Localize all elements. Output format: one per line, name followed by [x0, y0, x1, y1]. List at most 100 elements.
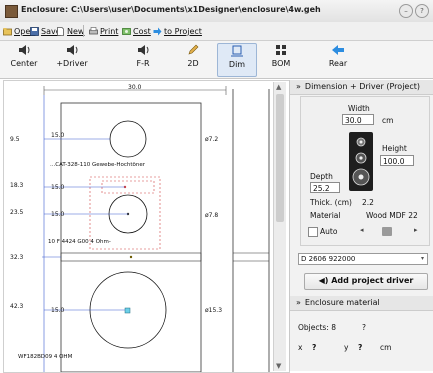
driver-select[interactable]: D 2606 922000 ▾: [298, 253, 428, 265]
auto-checkbox[interactable]: [308, 227, 318, 237]
2d-button[interactable]: 2D: [178, 43, 208, 75]
d3-width-label: 15.0: [51, 211, 65, 218]
arrow-right-icon: [153, 27, 162, 35]
tweeter-driver[interactable]: [109, 120, 147, 158]
speaker-icon: ◀): [318, 276, 329, 285]
d3-diameter-label: ø7.8: [205, 212, 218, 219]
d1-driver-name: ...CAT-328-110 Gewebe-Hochtöner: [50, 162, 146, 168]
width-dimension-label: 30.0: [128, 84, 142, 91]
width-unit: cm: [382, 116, 394, 125]
center-label: Center: [10, 59, 38, 68]
scroll-up-icon[interactable]: ▲: [276, 83, 281, 91]
slider-right-icon[interactable]: ▸: [414, 226, 418, 234]
to-project-button[interactable]: to Project: [153, 25, 202, 37]
grid-icon: [276, 45, 286, 55]
enclosure-front-outline: [60, 102, 202, 372]
depth-input[interactable]: 25.2: [310, 182, 340, 193]
add-driver-button[interactable]: +Driver: [52, 43, 92, 75]
y-label: y: [344, 343, 349, 352]
material-value: Wood MDF 22: [366, 211, 418, 220]
arrow-left-icon: [332, 45, 344, 55]
new-icon: [57, 26, 64, 36]
front-rear-label: F-R: [136, 59, 150, 68]
dimension-driver-title: Dimension + Driver (Project): [304, 82, 420, 91]
slider-thumb[interactable]: [382, 227, 392, 236]
new-button[interactable]: New: [56, 25, 84, 37]
cost-button[interactable]: Cost: [122, 25, 151, 37]
new-label: New: [67, 26, 85, 36]
minimize-button[interactable]: –: [399, 4, 413, 18]
depth-label: Depth: [310, 172, 333, 181]
center-button[interactable]: Center: [6, 43, 42, 75]
save-icon: [30, 26, 39, 36]
x-value: ?: [312, 343, 317, 352]
chevron-down-icon: ▾: [420, 255, 424, 262]
thickness-value: 2.2: [362, 198, 374, 207]
height-input[interactable]: 100.0: [380, 155, 414, 166]
d1-diameter-label: ø7.2: [205, 136, 218, 143]
scroll-thumb[interactable]: [276, 94, 284, 222]
d3-offset-label: 23.5: [10, 209, 24, 216]
d1-width-label: 15.0: [51, 132, 65, 139]
dimension-icon: [231, 45, 243, 57]
objects-help: ?: [362, 323, 366, 332]
print-icon: [89, 26, 98, 34]
x-label: x: [298, 343, 303, 352]
front-rear-button[interactable]: F-R: [126, 43, 160, 75]
material-label: Material: [310, 211, 341, 220]
enclosure-preview-icon: [349, 132, 373, 191]
enclosure-material-header[interactable]: » Enclosure material: [290, 296, 433, 311]
dim-label: Dim: [228, 60, 246, 69]
objects-count: Objects: 8: [298, 323, 337, 332]
d2-width-label: 15.0: [51, 184, 65, 191]
width-label: Width: [348, 104, 370, 113]
rear-button[interactable]: Rear: [318, 43, 358, 75]
menu-bar: Open Save New Print Cost to Project: [0, 22, 433, 41]
drawing-canvas[interactable]: 30.0 9.5 15.0 ø7.2 ...CAT-328-110 Gewebe…: [3, 80, 290, 373]
toolbar: Center +Driver F-R 2D Dim BOM Rear: [0, 41, 433, 79]
speaker-icon: [138, 45, 149, 55]
canvas-vertical-scrollbar[interactable]: ▲ ▼: [273, 82, 286, 371]
bom-button[interactable]: BOM: [264, 43, 298, 75]
dimension-driver-header[interactable]: » Dimension + Driver (Project): [290, 80, 433, 95]
add-project-driver-label: Add project driver: [331, 276, 414, 285]
slider-left-icon[interactable]: ◂: [360, 226, 364, 234]
pencil-icon: [188, 44, 199, 55]
cost-label: Cost: [133, 26, 151, 36]
d3-driver-name: 10 F 4424 G00 4 Ohm-: [48, 239, 111, 245]
rear-label: Rear: [328, 59, 348, 68]
add-project-driver-button[interactable]: ◀) Add project driver: [304, 273, 428, 290]
y-value: ?: [358, 343, 363, 352]
help-button[interactable]: ?: [415, 4, 429, 18]
properties-panel: » Dimension + Driver (Project) Width 30.0…: [289, 80, 433, 371]
window-title: Enclosure: C:\Users\user\Documents\x1Des…: [21, 5, 321, 14]
thickness-label: Thick. (cm): [310, 198, 352, 207]
speaker-icon: [19, 45, 30, 55]
enclosure-drawing: 30.0 9.5 15.0 ø7.2 ...CAT-328-110 Gewebe…: [10, 84, 270, 372]
width-input[interactable]: 30.0: [342, 114, 374, 125]
auto-label: Auto: [320, 227, 338, 236]
driver-select-value: D 2606 922000: [301, 255, 356, 263]
d1-offset-label: 9.5: [10, 136, 20, 143]
dim-button[interactable]: Dim: [217, 43, 257, 77]
height-label: Height: [382, 144, 407, 153]
d2-offset-label: 18.3: [10, 182, 24, 189]
app-icon: [5, 5, 18, 18]
d4-width-label: 15.0: [51, 307, 65, 314]
to-project-label: to Project: [164, 26, 202, 36]
print-label: Print: [100, 26, 119, 36]
d4-driver-name: WF182BD09 4 OHM: [18, 354, 73, 360]
port-offset-label: 32.3: [10, 254, 24, 261]
scroll-down-icon[interactable]: ▼: [276, 362, 281, 370]
d4-diameter-label: ø15.3: [205, 307, 222, 314]
speaker-icon: [67, 45, 78, 55]
2d-label: 2D: [187, 59, 199, 68]
menu-separator: [83, 25, 84, 37]
print-button[interactable]: Print: [89, 25, 118, 37]
enclosure-material-title: Enclosure material: [304, 298, 380, 307]
title-bar: Enclosure: C:\Users\user\Documents\x1Des…: [0, 0, 433, 23]
add-driver-label: +Driver: [56, 59, 88, 68]
open-icon: [3, 27, 12, 35]
xy-unit: cm: [380, 343, 392, 352]
expand-chevron-icon: »: [296, 298, 301, 307]
